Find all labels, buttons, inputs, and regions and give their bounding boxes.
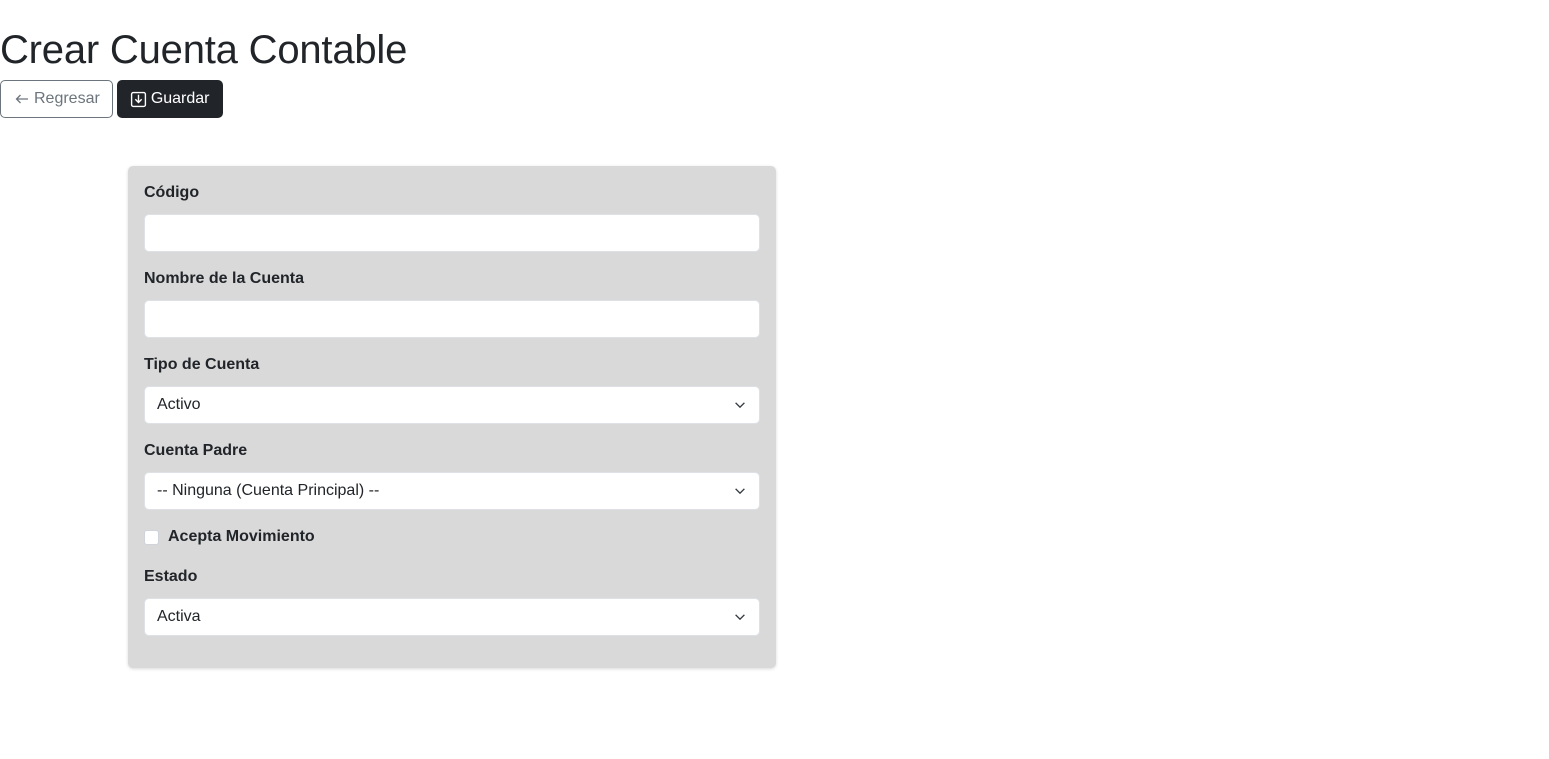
estado-label: Estado [144,568,198,585]
save-button[interactable]: Guardar [116,80,223,118]
arrow-left-icon [13,90,31,108]
movimiento-label[interactable]: Acepta Movimiento [168,528,315,546]
codigo-label: Código [144,184,200,201]
movimiento-row: Acepta Movimiento [144,528,315,546]
nombre-label: Nombre de la Cuenta [144,270,305,287]
nombre-input[interactable] [144,300,760,338]
tipo-select[interactable]: Activo [144,386,760,424]
padre-select-value: -- Ninguna (Cuenta Principal) -- [157,482,380,499]
padre-select[interactable]: -- Ninguna (Cuenta Principal) -- [144,472,760,510]
back-button-label: Regresar [34,90,100,107]
tipo-select-value: Activo [157,396,201,413]
account-form-card: Código Nombre de la Cuenta Tipo de Cuent… [128,166,776,668]
estado-select[interactable]: Activa [144,598,760,636]
chevron-down-icon [735,402,745,409]
estado-select-value: Activa [157,608,201,625]
padre-label: Cuenta Padre [144,442,248,459]
chevron-down-icon [735,614,745,621]
chevron-down-icon [735,488,745,495]
movimiento-checkbox[interactable] [144,529,159,545]
download-box-icon [130,90,148,108]
back-button[interactable]: Regresar [0,80,113,118]
tipo-label: Tipo de Cuenta [144,356,260,373]
toolbar: Regresar Guardar [0,80,223,118]
page-title: Crear Cuenta Contable [0,28,408,72]
save-button-label: Guardar [150,90,210,107]
codigo-input[interactable] [144,214,760,252]
